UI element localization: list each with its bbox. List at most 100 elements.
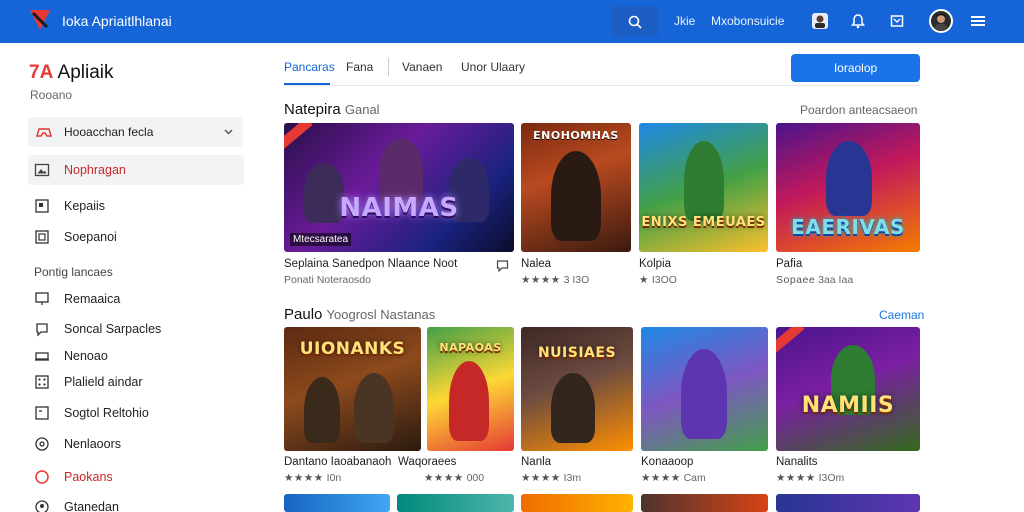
game-card-caption: Mtecsaratea [290,233,352,246]
sidebar-item-label: Nophragan [64,163,126,177]
app-logo-icon[interactable] [28,8,52,32]
sidebar-item-label: Nenoao [64,349,108,363]
tab-unor-ulaary[interactable]: Unor Ulaary [461,60,525,74]
flag-icon[interactable] [887,11,907,31]
chat-icon[interactable] [496,259,509,272]
game-card-title[interactable]: Kolpia [639,258,671,270]
category-select-label: Hooacchan fecla [64,125,154,139]
sidebar-item-soncal[interactable]: Soncal Sarpacles [28,316,244,342]
user-icon [35,500,49,512]
game-card-count: I3Om [818,472,845,484]
section-title-text: Paulo [284,306,323,323]
game-card-title[interactable]: Nalea [521,258,551,270]
game-art-title: UIONANKS [299,339,406,359]
sidebar-item-kepaiis[interactable]: Kepaiis [28,193,244,219]
character-figure [681,349,727,439]
sidebar-item-remaaica[interactable]: Remaaica [28,286,244,312]
character-figure [304,377,340,443]
game-card-image[interactable] [521,494,633,512]
sidebar-item-label: Gtanedan [64,500,119,512]
game-art-title: ENIXS EMEUAES [641,215,766,230]
section-see-all-link[interactable]: Caeman [879,308,924,322]
game-card-image[interactable]: NAMIIS [776,327,920,451]
game-card-title[interactable]: Konaaoop [641,456,693,468]
badge-ribbon [776,327,805,355]
sidebar-item-paokans[interactable]: Paokans [28,464,244,490]
section-see-all-link[interactable]: Poardon anteacsaeon [800,103,917,117]
game-card-meta: ★★★★ 3 I3O [521,274,589,286]
character-figure [684,141,724,221]
game-card-image[interactable]: NUISIAES [521,327,633,451]
game-card-image[interactable]: ENOHOMHAS [521,123,631,252]
circle-icon [35,470,49,484]
game-card-image[interactable]: ENIXS EMEUAES [639,123,768,252]
tab-separator [388,58,389,76]
game-card-title[interactable]: Dantano Iaoabanaoh [284,456,391,468]
dice-icon [35,375,49,389]
section-subtitle: Ganal [344,102,380,117]
menu-icon[interactable] [968,11,988,31]
game-card-image[interactable]: NAPAOAS [427,327,514,451]
game-card-image[interactable] [397,494,514,512]
game-art-title: NAIMAS [339,193,459,223]
tab-pancaras[interactable]: Pancaras [284,60,335,74]
top-link-2[interactable]: Mxobonsuicie [711,14,784,28]
bell-icon[interactable] [848,11,868,31]
rating-stars: ★★★★ [521,274,561,286]
sidebar-item-soepanoi[interactable]: Soepanoi [28,224,244,250]
game-card-title[interactable]: Nanla [521,456,551,468]
game-card-image[interactable] [641,327,768,451]
section-title: Paulo Yoogrosl Nastanas [284,306,435,323]
sidebar-item-label: Soepanoi [64,230,117,244]
tab-fana[interactable]: Fana [346,60,373,74]
sidebar-item-plalield[interactable]: Plalield aindar [28,369,244,395]
sidebar-item-nenlaoors[interactable]: Nenlaoors [28,431,244,457]
rating-stars: ★★★★ [521,472,561,484]
brand-name: Apliaik [57,62,114,83]
character-figure [551,373,595,443]
game-card-image[interactable]: NAIMAS Mtecsaratea [284,123,514,252]
game-art-title: NAMIIS [801,393,895,418]
document-icon [35,406,49,420]
sidebar-item-nenoao[interactable]: Nenoao [28,343,244,369]
game-card-meta: Sopaee 3aa Iaa [776,274,853,286]
laptop-icon [35,352,49,361]
rating-stars: ★★★★ [424,472,464,484]
game-card-count: 3 I3O [563,274,590,286]
game-card-title[interactable]: Seplaina Sanedpon Nlaance Noot [284,258,457,270]
sidebar-item-gtanedan[interactable]: Gtanedan [28,494,244,512]
settings-icon [35,437,49,451]
game-card-image[interactable]: UIONANKS [284,327,421,451]
sidebar-subtitle: Rooano [30,88,73,102]
search-button[interactable] [612,6,658,37]
category-select[interactable]: Hooacchan fecla [28,117,243,147]
gamepad-icon [36,128,52,137]
sidebar-item-nophragan[interactable]: Nophragan [28,157,244,183]
top-link-1[interactable]: Jkie [674,14,695,28]
character-figure [354,373,394,443]
game-card-count: I0n [326,472,342,484]
character-figure [826,141,872,216]
chevron-down-icon [224,129,233,135]
game-card-image[interactable] [284,494,390,512]
sidebar-item-label: Paokans [64,470,113,484]
game-card-title[interactable]: Waqoraees [398,456,456,468]
game-card-count: I3m [563,472,582,484]
game-art-title: NUISIAES [537,345,617,361]
game-card-count: 000 [466,472,485,484]
game-card-title[interactable]: Pafia [776,258,802,270]
primary-action-button[interactable]: Ioraolop [791,54,920,82]
sidebar-item-sogtol[interactable]: Sogtol Reltohio [28,400,244,426]
character-figure [551,151,601,241]
sidebar-item-label: Soncal Sarpacles [64,322,162,336]
game-card-image[interactable]: EAERIVAS [776,123,920,252]
game-card-title[interactable]: Nanalits [776,456,818,468]
game-card-meta: ★★★★ I0n [284,472,341,484]
game-card-image[interactable] [641,494,768,512]
game-card-image[interactable] [776,494,920,512]
avatar[interactable] [929,9,953,33]
game-card-meta: Ponati Noteraosdo [284,274,371,286]
section-subtitle: Yoogrosl Nastanas [326,307,436,322]
tab-vanaen[interactable]: Vanaen [402,60,442,74]
profile-icon[interactable] [810,11,830,31]
